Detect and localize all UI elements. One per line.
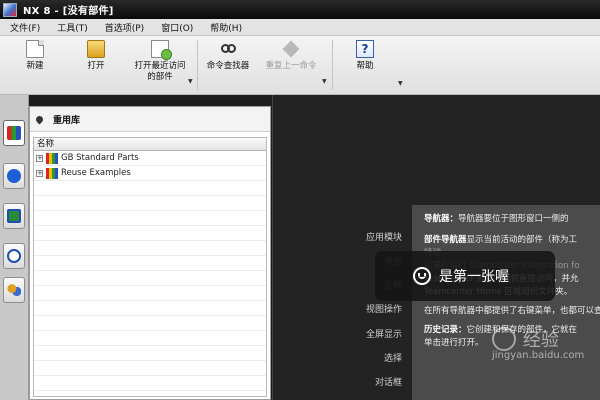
- expand-icon[interactable]: +: [36, 154, 43, 162]
- menu-preferences[interactable]: 首选项(P): [95, 21, 151, 34]
- help-label: 帮助: [356, 61, 374, 71]
- empty-row: [34, 196, 266, 211]
- smiley-icon: [413, 267, 431, 285]
- open-button[interactable]: 打开: [78, 40, 114, 72]
- empty-row: [34, 316, 266, 331]
- command-finder-button[interactable]: 命令查找器: [202, 40, 254, 72]
- repeat-command-icon: [282, 40, 300, 58]
- tree-item-label: GB Standard Parts: [61, 153, 139, 163]
- toolbar-separator: [332, 40, 333, 90]
- toolbar-separator: [197, 40, 198, 90]
- watermark: 经验 jingyan.baidu.com: [492, 326, 584, 361]
- new-label: 新建: [26, 61, 44, 71]
- new-file-icon: [26, 40, 44, 58]
- tab-web-browser[interactable]: [3, 203, 25, 229]
- open-label: 打开: [87, 61, 105, 71]
- empty-row: [34, 241, 266, 256]
- menu-window[interactable]: 窗口(O): [151, 21, 200, 34]
- open-folder-icon: [87, 40, 105, 58]
- empty-row: [34, 271, 266, 286]
- repeat-label: 重复上一命令: [265, 61, 317, 71]
- empty-row: [34, 346, 266, 361]
- tab-roles[interactable]: [3, 277, 25, 303]
- menu-tools[interactable]: 工具(T): [47, 21, 95, 34]
- help-icon: ?: [356, 40, 374, 58]
- empty-row: [34, 256, 266, 271]
- menu-item-view-ops[interactable]: 视图操作: [366, 302, 402, 315]
- recent-part-icon: [151, 40, 172, 60]
- tab-reuse-library[interactable]: [3, 120, 25, 146]
- empty-row: [34, 301, 266, 316]
- watermark-brand: 经验: [522, 330, 559, 351]
- tree-item-label: Reuse Examples: [61, 168, 131, 178]
- info-panel: 导航器：导航器要位于图形窗口一侧的 部件导航器显示当前活动的部件（称为工 特动.…: [412, 205, 600, 400]
- info-line: 在所有导航器中都提供了右键菜单，也都可以查: [424, 306, 600, 316]
- tree-item[interactable]: + Reuse Examples: [34, 166, 266, 181]
- part-navigator-text: 显示当前活动的部件（称为工: [466, 235, 578, 245]
- resource-bar: [0, 95, 29, 400]
- baidu-logo-icon: [492, 327, 516, 351]
- window-title: NX 8 - [没有部件]: [23, 6, 114, 17]
- menu-item-applications[interactable]: 应用模块: [366, 230, 402, 243]
- repeat-dropdown-icon[interactable]: ▼: [322, 78, 327, 85]
- history-label: 历史记录：: [424, 325, 467, 335]
- web-browser-icon: [7, 209, 21, 223]
- open-recent-button[interactable]: 打开最近访问 的部件: [126, 40, 194, 83]
- toolbar-options-icon[interactable]: ▼: [398, 80, 403, 87]
- empty-row: [34, 286, 266, 301]
- menu-item-fullscreen[interactable]: 全屏显示: [366, 327, 402, 340]
- empty-row: [34, 361, 266, 376]
- standard-toolbar: 新建 打开 打开最近访问 的部件 ▼ 命令查找器 重复上一命令 ▼ ? 帮助 ▼: [0, 36, 600, 95]
- empty-row: [34, 331, 266, 346]
- pin-icon[interactable]: [34, 114, 45, 124]
- empty-row: [34, 211, 266, 226]
- watermark-url: jingyan.baidu.com: [492, 350, 585, 361]
- navigator-label: 导航器：: [424, 214, 459, 224]
- menu-item-dialog[interactable]: 对话框: [375, 375, 402, 388]
- new-button[interactable]: 新建: [18, 40, 52, 72]
- books-icon: [7, 126, 21, 140]
- tab-history[interactable]: [3, 243, 25, 269]
- recent-dropdown-icon[interactable]: ▼: [188, 78, 193, 85]
- command-finder-label: 命令查找器: [206, 61, 250, 71]
- library-icon: [46, 152, 58, 164]
- repeat-command-button[interactable]: 重复上一命令: [260, 40, 322, 72]
- recent-label-1: 打开最近访问: [134, 61, 186, 71]
- help-button[interactable]: ? 帮助: [350, 40, 380, 72]
- title-bar: NX 8 - [没有部件]: [0, 0, 600, 19]
- library-tree: 名称 + GB Standard Parts + Reuse Examples: [33, 137, 267, 397]
- menu-bar: 文件(F) 工具(T) 首选项(P) 窗口(O) 帮助(H): [0, 19, 600, 36]
- panel-header: 重用库: [30, 107, 270, 132]
- panel-title: 重用库: [53, 115, 81, 126]
- library-icon: [46, 167, 58, 179]
- tab-info-feed[interactable]: [3, 163, 25, 189]
- menu-file[interactable]: 文件(F): [0, 21, 47, 34]
- clock-icon: [7, 249, 21, 263]
- reuse-library-panel: 重用库 名称 + GB Standard Parts + Reuse Examp…: [29, 106, 271, 400]
- part-navigator-label: 部件导航器: [424, 235, 467, 245]
- toast-text: 是第一张喔: [439, 269, 509, 285]
- tree-item[interactable]: + GB Standard Parts: [34, 151, 266, 166]
- expand-icon[interactable]: +: [36, 169, 43, 177]
- empty-row: [34, 376, 266, 391]
- info-icon: [7, 169, 21, 183]
- column-header-name[interactable]: 名称: [34, 138, 266, 151]
- navigator-text: 导航器要位于图形窗口一侧的: [458, 214, 569, 224]
- roles-icon: [7, 283, 21, 297]
- menu-help[interactable]: 帮助(H): [200, 21, 249, 34]
- empty-row: [34, 226, 266, 241]
- recent-label-2: 的部件: [147, 72, 173, 82]
- toast-message: 是第一张喔: [375, 251, 555, 301]
- binoculars-icon: [219, 40, 237, 58]
- empty-row: [34, 181, 266, 196]
- menu-item-select[interactable]: 选择: [384, 351, 402, 364]
- nx-logo-icon: [3, 2, 17, 17]
